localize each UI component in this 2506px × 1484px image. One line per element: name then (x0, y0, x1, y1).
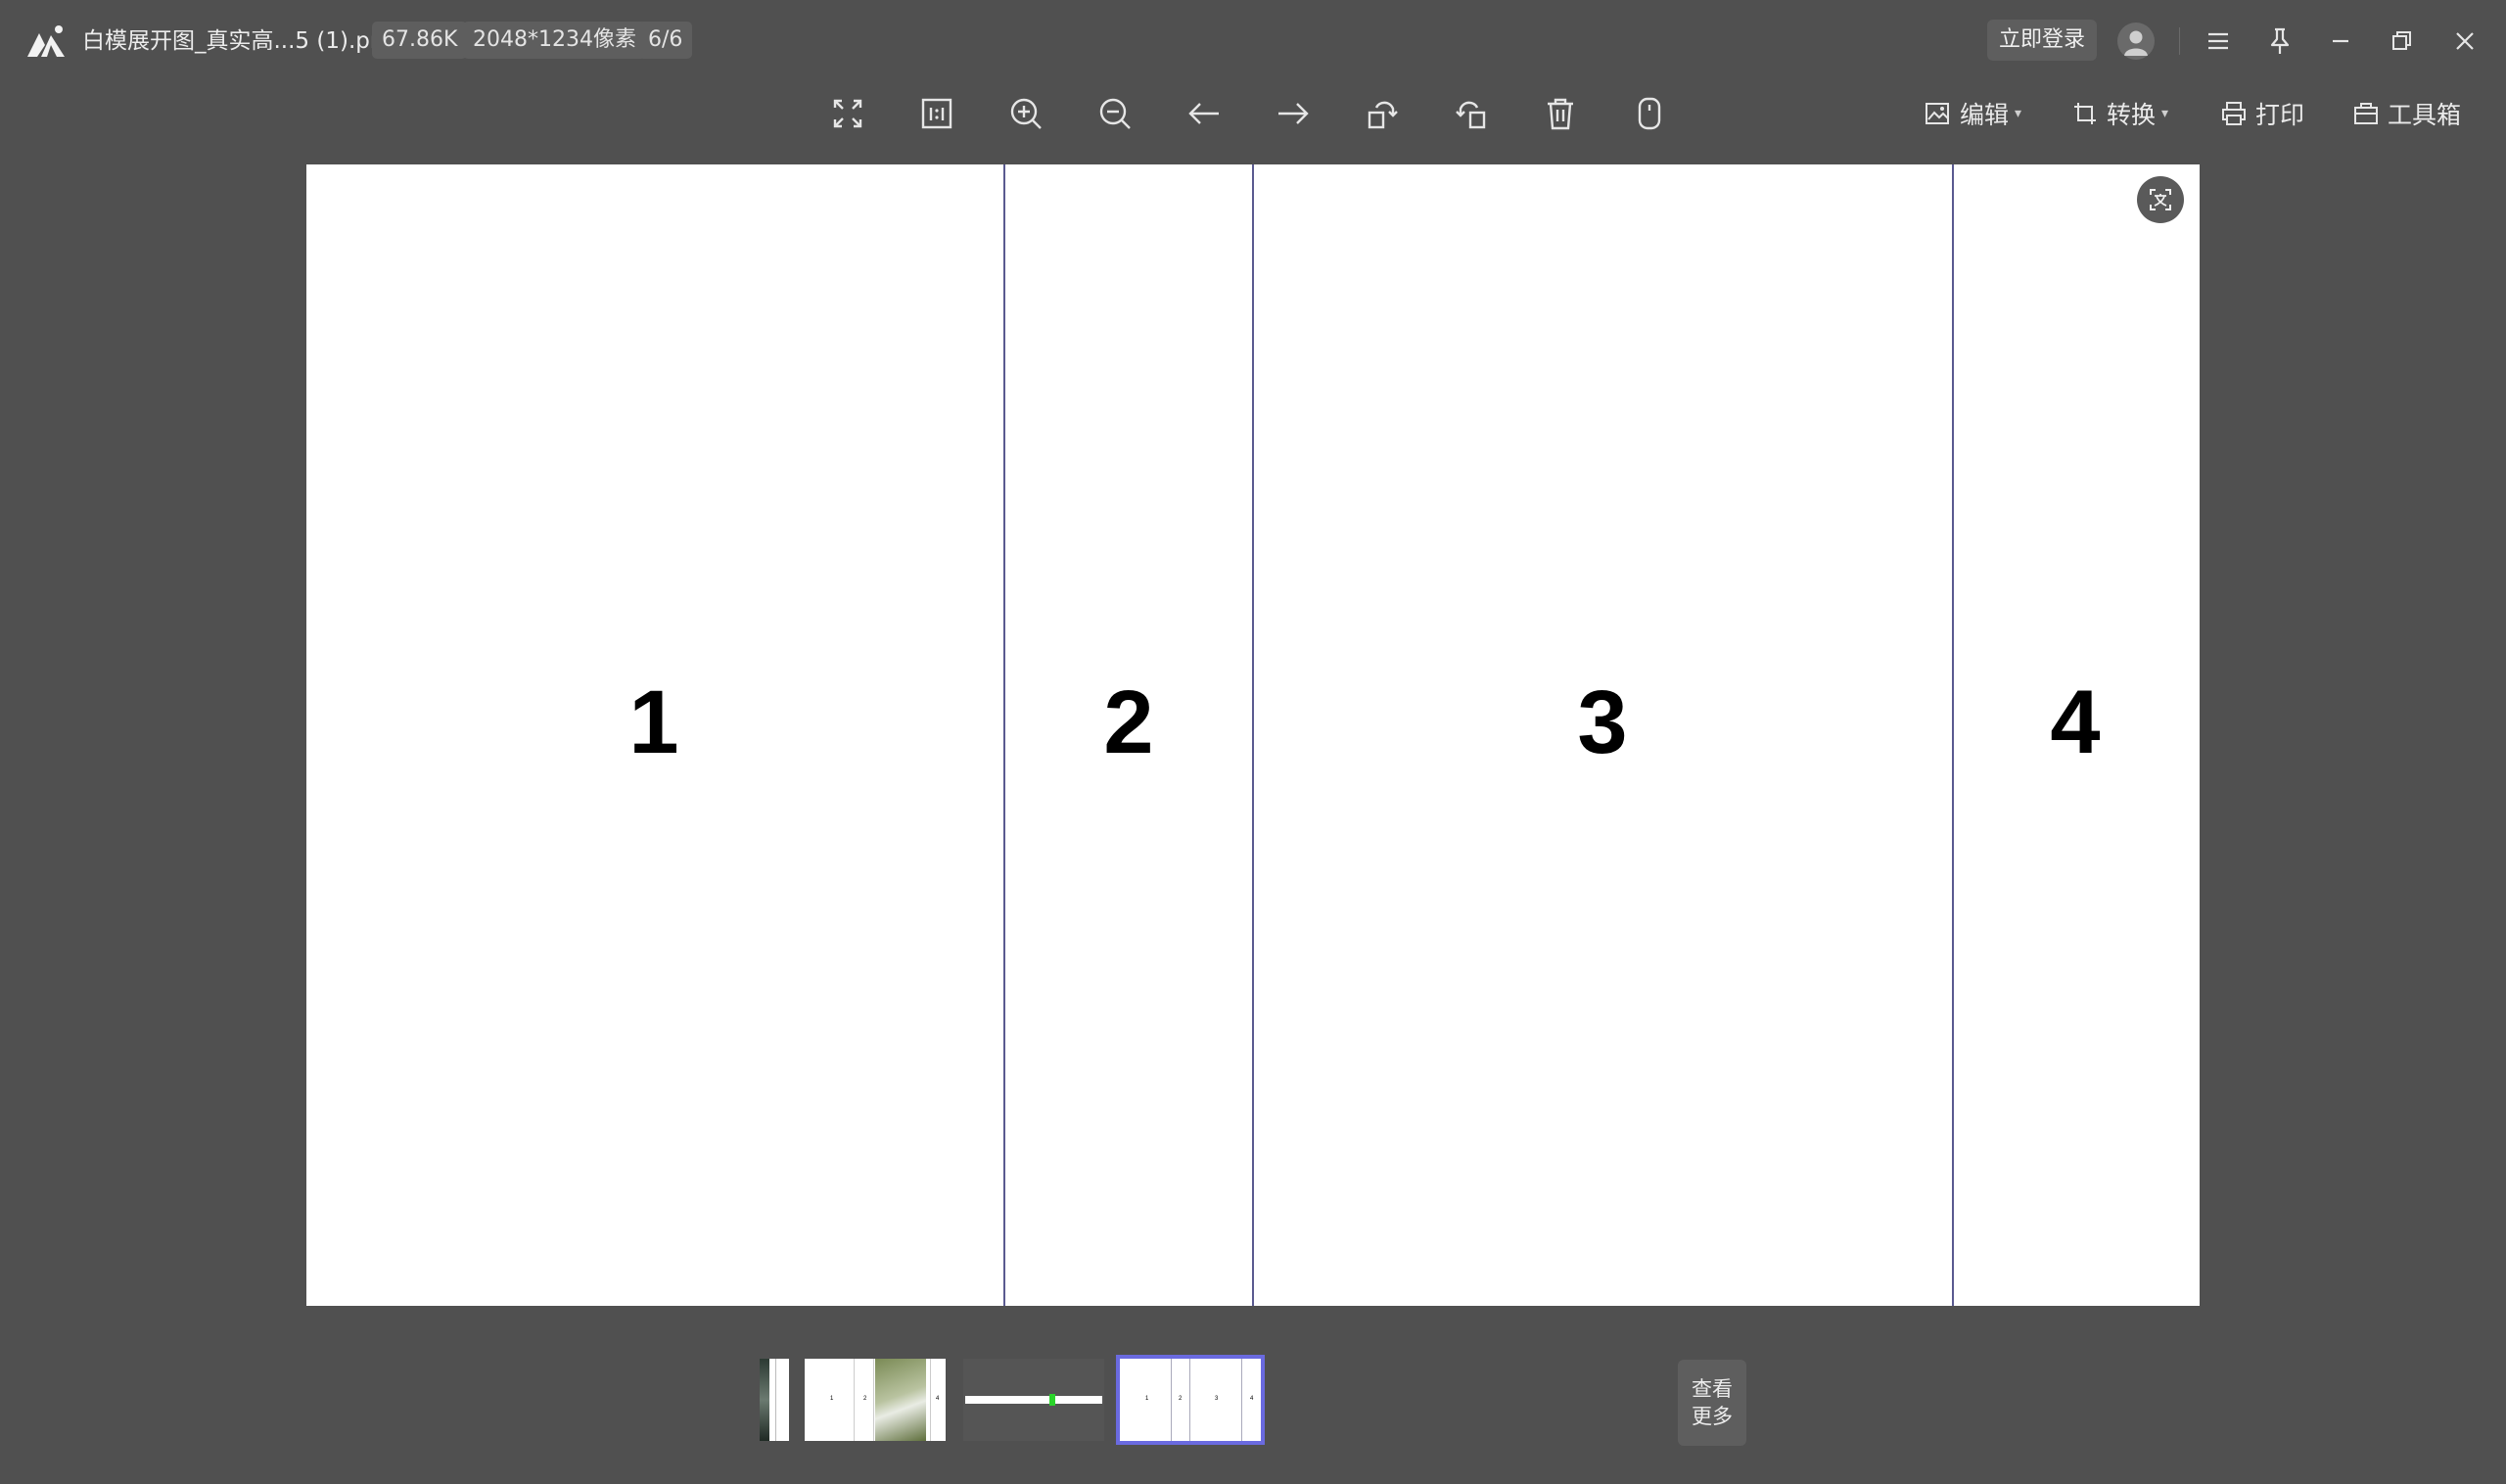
trash-icon (1548, 98, 1573, 130)
thumbnail[interactable] (963, 1359, 1104, 1441)
arrow-left-icon (1188, 103, 1219, 124)
file-name: 白模展开图_真实高...5 (1).png (82, 28, 399, 54)
panel-number: 4 (2050, 672, 2101, 772)
fullscreen-button[interactable] (820, 86, 875, 141)
hamburger-icon (2208, 32, 2228, 50)
filmstrip: 1 2 4 1 2 3 4 查看 更多 (0, 1351, 2506, 1459)
close-icon (2456, 32, 2474, 50)
view-more-line1: 查看 (1692, 1377, 1733, 1401)
next-button[interactable] (1266, 86, 1321, 141)
login-button[interactable]: 立即登录 (1987, 20, 2097, 61)
app-logo-icon (27, 25, 65, 57)
image-edit-icon (1926, 103, 1949, 124)
image-canvas[interactable]: 1 2 3 4 (306, 164, 2200, 1306)
panel-number: 3 (1577, 672, 1628, 772)
user-icon (2124, 30, 2148, 56)
title-divider (2179, 27, 2180, 55)
actual-size-button[interactable] (909, 86, 964, 141)
previous-button[interactable] (1177, 86, 1231, 141)
toolbox-label: 工具箱 (2388, 101, 2462, 129)
mouse-mode-button[interactable] (1622, 86, 1677, 141)
restore-icon (2392, 31, 2411, 50)
mouse-icon (1638, 97, 1661, 130)
zoom-out-icon (1099, 98, 1131, 129)
panel-number: 1 (628, 672, 679, 772)
toolbox-button[interactable]: 工具箱 (2352, 96, 2461, 131)
crop-convert-icon (2074, 103, 2096, 124)
printer-icon (2222, 102, 2246, 125)
thumb-label: 2 (1179, 1396, 1183, 1402)
panel-divider (1252, 164, 1254, 1306)
minimize-button[interactable] (2321, 22, 2360, 61)
thumbnail[interactable]: 1 2 4 (805, 1359, 946, 1441)
thumbnail[interactable] (760, 1359, 789, 1441)
thumb-label: 1 (1145, 1396, 1149, 1402)
convert-label: 转换 (2107, 101, 2157, 129)
thumb-label: 3 (1215, 1396, 1219, 1402)
minimize-icon (2333, 39, 2348, 43)
ocr-button[interactable] (2137, 176, 2184, 223)
arrow-right-icon (1278, 103, 1309, 124)
edit-label: 编辑 (1960, 101, 2010, 129)
panel-divider (1003, 164, 1005, 1306)
close-button[interactable] (2445, 22, 2484, 61)
rotate-left-icon (1368, 101, 1398, 129)
zoom-in-icon (1010, 98, 1042, 129)
thumbnail-selected[interactable]: 1 2 3 4 (1116, 1355, 1265, 1445)
restore-button[interactable] (2382, 22, 2421, 61)
panel-divider (1952, 164, 1954, 1306)
view-more-line2: 更多 (1692, 1405, 1733, 1428)
print-button[interactable]: 打印 (2220, 96, 2304, 131)
image-position-badge: 6/6 (638, 22, 693, 59)
convert-menu[interactable]: 转换 ▾ (2071, 96, 2168, 131)
rotate-right-button[interactable] (1444, 86, 1499, 141)
zoom-out-button[interactable] (1088, 86, 1142, 141)
fullscreen-icon (833, 99, 862, 128)
chevron-down-icon: ▾ (2161, 106, 2169, 121)
zoom-in-button[interactable] (998, 86, 1053, 141)
panel-number: 2 (1103, 672, 1154, 772)
toolbox-icon (2354, 103, 2378, 124)
pin-icon (2270, 27, 2290, 54)
rotate-right-icon (1456, 101, 1486, 129)
rotate-left-button[interactable] (1355, 86, 1410, 141)
chevron-down-icon: ▾ (2015, 106, 2022, 121)
dimensions-badge: 2048*1234像素 (463, 22, 646, 59)
pin-button[interactable] (2260, 22, 2299, 61)
thumb-label: 4 (1250, 1396, 1254, 1402)
actual-size-icon (921, 98, 952, 129)
toolbar: 编辑 ▾ 转换 ▾ 打印 工具箱 (0, 82, 2506, 164)
file-size-badge: 67.86K (372, 22, 468, 59)
title-bar: 白模展开图_真实高...5 (1).png 67.86K 2048*1234像素… (0, 0, 2506, 82)
text-recognition-icon (2150, 189, 2171, 210)
menu-button[interactable] (2199, 22, 2238, 61)
print-label: 打印 (2255, 101, 2305, 129)
edit-menu[interactable]: 编辑 ▾ (1925, 96, 2021, 131)
avatar[interactable] (2117, 23, 2155, 60)
delete-button[interactable] (1533, 86, 1588, 141)
view-more-button[interactable]: 查看 更多 (1678, 1360, 1746, 1446)
